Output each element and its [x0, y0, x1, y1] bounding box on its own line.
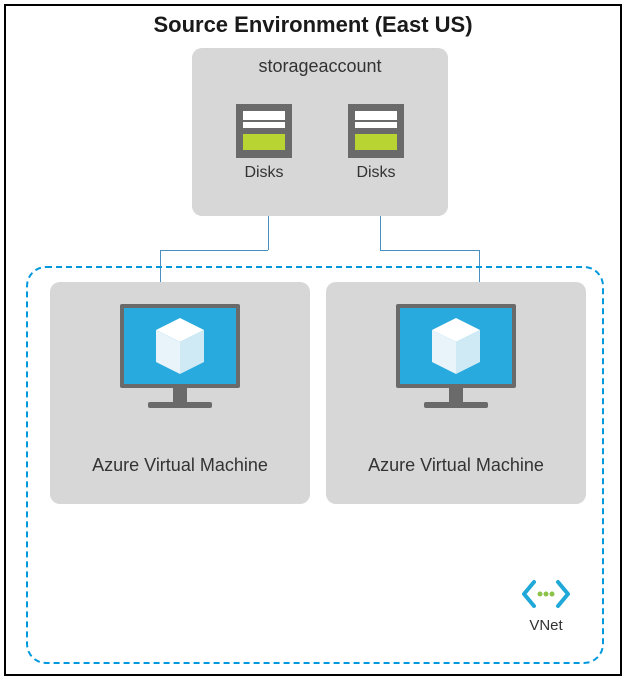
connector-line — [268, 216, 269, 250]
connector-line — [380, 216, 381, 250]
vm-label: Azure Virtual Machine — [326, 455, 586, 476]
disk-label: Disks — [338, 164, 414, 182]
vm-group: Azure Virtual Machine — [50, 282, 310, 504]
diagram-frame: Source Environment (East US) storageacco… — [4, 4, 622, 676]
connector-line — [160, 250, 268, 251]
virtual-machine-icon — [396, 304, 516, 408]
vnet-label: VNet — [520, 617, 572, 634]
disk-icon: Disks — [236, 104, 292, 158]
storage-account-group: storageaccount Disks Disks — [192, 48, 448, 216]
vnet-icon-group: VNet — [520, 578, 572, 634]
vm-label: Azure Virtual Machine — [50, 455, 310, 476]
storage-account-label: storageaccount — [192, 56, 448, 77]
diagram-title: Source Environment (East US) — [6, 12, 620, 38]
vnet-icon — [520, 578, 572, 610]
vnet-group: Subnet1 Azure Virtual Machine — [26, 266, 604, 664]
disk-icon: Disks — [348, 104, 404, 158]
vm-group: Azure Virtual Machine — [326, 282, 586, 504]
subnet-label: Subnet1 — [139, 554, 499, 571]
connector-line — [380, 250, 480, 251]
virtual-machine-icon — [120, 304, 240, 408]
disk-label: Disks — [226, 164, 302, 182]
